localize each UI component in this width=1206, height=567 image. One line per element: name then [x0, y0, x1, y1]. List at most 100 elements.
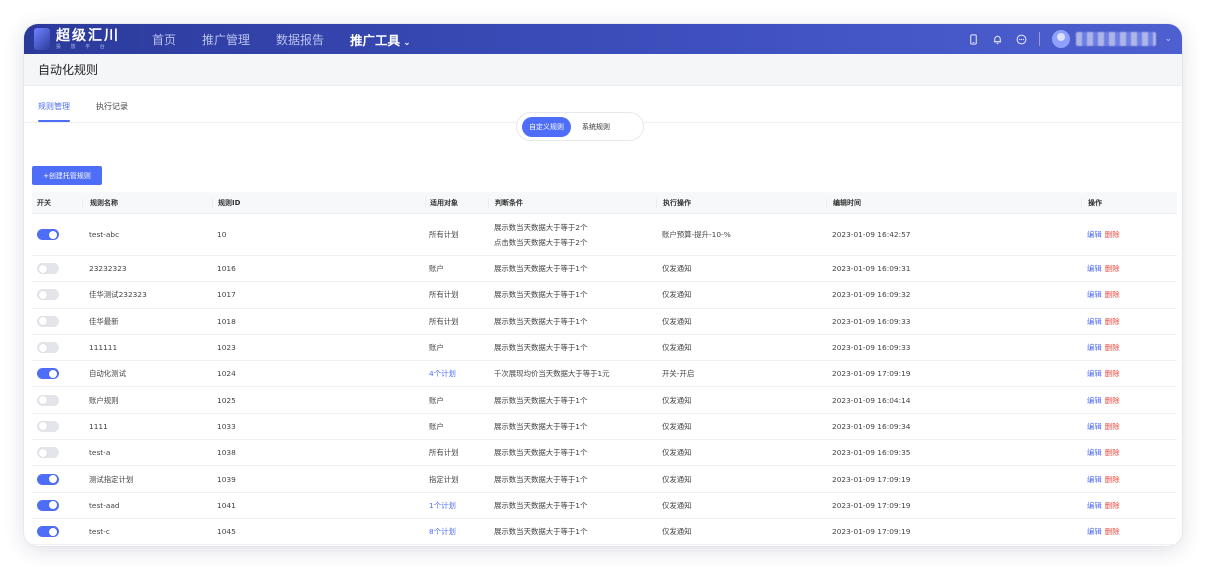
- rule-toggle-switch[interactable]: [37, 342, 59, 354]
- create-managed-rule-button[interactable]: +创建托管规则: [32, 166, 102, 185]
- condition-line: 展示数当天数据大于等于1个: [494, 395, 588, 405]
- more-circle-icon[interactable]: [1015, 33, 1027, 45]
- rule-operations: 编辑 删除: [1081, 368, 1177, 379]
- rule-edit-time: 2023-01-09 17:09:19: [832, 474, 911, 484]
- switch-cell: [32, 499, 82, 511]
- delete-link[interactable]: 删除: [1105, 527, 1120, 536]
- rule-toggle-switch[interactable]: [37, 229, 59, 240]
- rule-operations: 编辑 删除: [1081, 395, 1177, 406]
- logo-title: 超级汇川: [56, 27, 120, 44]
- switch-cell: [32, 526, 82, 538]
- rule-toggle-switch[interactable]: [37, 499, 59, 511]
- delete-link[interactable]: 删除: [1105, 230, 1120, 239]
- chevron-down-icon: ⌄: [403, 37, 411, 48]
- delete-link[interactable]: 删除: [1105, 290, 1120, 299]
- rule-id: 1033: [217, 421, 236, 431]
- rule-id: 1025: [217, 395, 236, 405]
- edit-link[interactable]: 编辑: [1087, 343, 1102, 352]
- rule-target[interactable]: 1个计划: [425, 500, 488, 511]
- segment-system-rules[interactable]: 系统规则: [575, 117, 617, 137]
- nav-item-data-report[interactable]: 数据报告: [276, 31, 324, 48]
- edit-link[interactable]: 编辑: [1087, 527, 1102, 536]
- rule-action: 仅发通知: [662, 316, 692, 326]
- delete-link[interactable]: 删除: [1105, 422, 1120, 431]
- tab-rule-management[interactable]: 规则管理: [38, 101, 70, 122]
- rule-edit-time: 2023-01-09 16:09:33: [832, 343, 911, 353]
- delete-link[interactable]: 删除: [1105, 396, 1120, 405]
- tab-execution-records[interactable]: 执行记录: [96, 101, 128, 122]
- delete-link[interactable]: 删除: [1105, 343, 1120, 352]
- rule-name: 111111: [89, 343, 118, 353]
- rule-toggle-switch[interactable]: [37, 263, 59, 275]
- nav-item-home[interactable]: 首页: [152, 31, 176, 48]
- delete-link[interactable]: 删除: [1105, 501, 1120, 510]
- edit-link[interactable]: 编辑: [1087, 422, 1102, 431]
- rule-edit-time: 2023-01-09 16:09:34: [832, 421, 911, 431]
- rule-id: 1024: [217, 369, 236, 379]
- toggle-knob: [39, 343, 47, 352]
- rule-action: 仅发通知: [662, 527, 692, 537]
- page-title: 自动化规则: [38, 63, 99, 77]
- rule-action: 仅发通知: [662, 343, 692, 353]
- top-navigation-bar: 超级汇川 投 放 平 台 首页 推广管理 数据报告 推广工具 ⌄ ⌄: [24, 24, 1182, 54]
- rule-operations: 编辑 删除: [1081, 229, 1177, 240]
- rule-id: 1039: [217, 474, 236, 484]
- rule-toggle-switch[interactable]: [37, 473, 59, 485]
- mobile-icon[interactable]: [967, 33, 979, 45]
- rule-toggle-switch[interactable]: [37, 368, 59, 380]
- condition-line: 展示数当天数据大于等于1个: [494, 264, 588, 274]
- edit-link[interactable]: 编辑: [1087, 317, 1102, 326]
- rule-toggle-switch[interactable]: [37, 447, 59, 459]
- table-row: 自动化测试 1024 4个计划 千次展现均价当天数据大于等于1元 开关-开启 2023-0…: [32, 361, 1177, 388]
- rule-toggle-switch[interactable]: [37, 420, 59, 432]
- rule-action: 仅发通知: [662, 500, 692, 510]
- toggle-knob: [39, 264, 47, 273]
- rule-target: 所有计划: [429, 290, 459, 300]
- rule-operations: 编辑 删除: [1081, 421, 1177, 432]
- rule-target[interactable]: 8个计划: [425, 526, 488, 537]
- rule-operations: 编辑 删除: [1081, 289, 1177, 300]
- nav-item-promotion-management[interactable]: 推广管理: [202, 31, 250, 48]
- rule-target[interactable]: 4个计划: [425, 368, 488, 379]
- rule-target: 指定计划: [429, 474, 459, 484]
- delete-link[interactable]: 删除: [1105, 317, 1120, 326]
- rule-id: 10: [217, 230, 227, 239]
- condition-line: 展示数当天数据大于等于1个: [494, 527, 588, 537]
- edit-link[interactable]: 编辑: [1087, 290, 1102, 299]
- rule-edit-time: 2023-01-09 16:04:14: [832, 395, 911, 405]
- nav-item-promotion-tools[interactable]: 推广工具 ⌄: [350, 30, 411, 49]
- header-target: 适用对象: [425, 197, 488, 208]
- segment-custom-rules[interactable]: 自定义规则: [522, 116, 571, 137]
- rule-condition: 展示数当天数据大于等于1个: [488, 474, 656, 485]
- edit-link[interactable]: 编辑: [1087, 448, 1102, 457]
- rule-toggle-switch[interactable]: [37, 526, 59, 538]
- chevron-down-icon[interactable]: ⌄: [1164, 34, 1172, 44]
- edit-link[interactable]: 编辑: [1087, 369, 1102, 378]
- brand-logo[interactable]: 超级汇川 投 放 平 台: [34, 24, 120, 54]
- rule-toggle-switch[interactable]: [37, 289, 59, 301]
- toggle-knob: [49, 501, 57, 510]
- rule-toggle-switch[interactable]: [37, 315, 59, 327]
- delete-link[interactable]: 删除: [1105, 264, 1120, 273]
- switch-cell: [32, 342, 82, 354]
- rule-edit-time: 2023-01-09 16:42:57: [832, 230, 911, 239]
- edit-link[interactable]: 编辑: [1087, 230, 1102, 239]
- avatar[interactable]: [1052, 30, 1071, 48]
- edit-link[interactable]: 编辑: [1087, 396, 1102, 405]
- edit-link[interactable]: 编辑: [1087, 501, 1102, 510]
- rule-operations: 编辑 删除: [1081, 526, 1177, 537]
- delete-link[interactable]: 删除: [1105, 369, 1120, 378]
- edit-link[interactable]: 编辑: [1087, 264, 1102, 273]
- rule-id: 1045: [217, 527, 236, 537]
- rule-name: 账户规则: [89, 395, 119, 405]
- rule-condition: 展示数当天数据大于等于1个: [488, 263, 656, 274]
- condition-line: 千次展现均价当天数据大于等于1元: [494, 369, 610, 379]
- edit-link[interactable]: 编辑: [1087, 475, 1102, 484]
- delete-link[interactable]: 删除: [1105, 448, 1120, 457]
- table-row: 账户规则 1025 账户 展示数当天数据大于等于1个 仅发通知 2023-01-09 16…: [32, 387, 1177, 414]
- condition-line: 展示数当天数据大于等于1个: [494, 290, 588, 300]
- bell-icon[interactable]: [991, 33, 1003, 45]
- header-switch: 开关: [37, 198, 51, 207]
- delete-link[interactable]: 删除: [1105, 475, 1120, 484]
- rule-toggle-switch[interactable]: [37, 394, 59, 406]
